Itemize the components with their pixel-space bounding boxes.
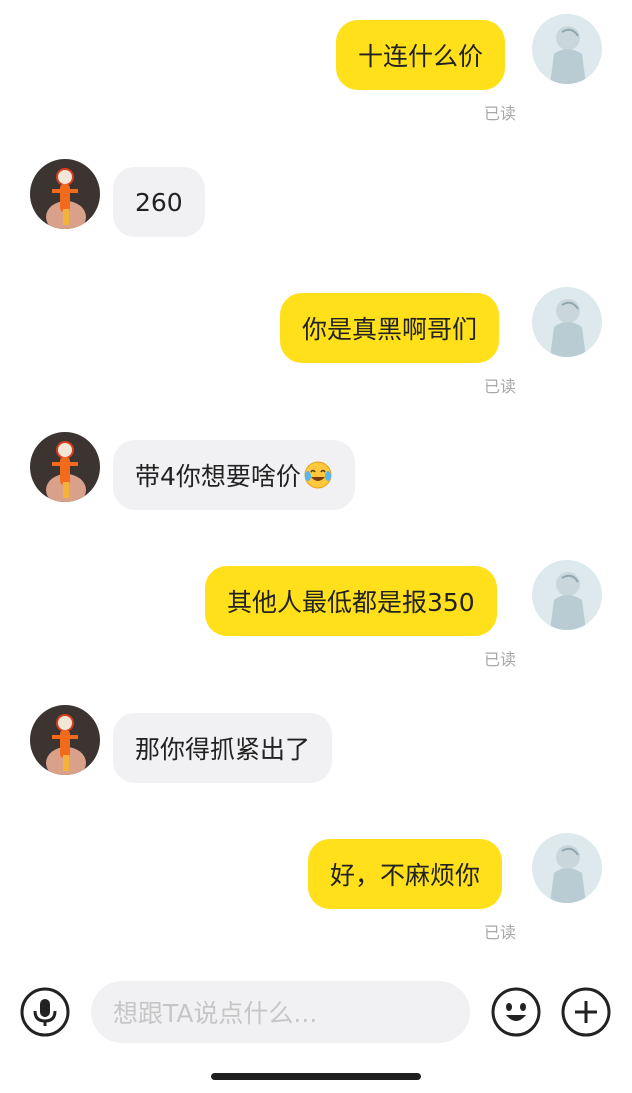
message-text: 那你得抓紧出了 — [135, 735, 311, 764]
message-bubble-other[interactable]: 带4你想要啥价 — [113, 440, 355, 510]
message-bubble-self[interactable]: 十连什么价 — [336, 20, 506, 90]
home-indicator[interactable] — [211, 1073, 421, 1080]
read-status: 已读 — [484, 923, 517, 942]
self-avatar[interactable] — [532, 560, 602, 630]
message-input-placeholder: 想跟TA说点什么... — [113, 999, 318, 1028]
other-avatar[interactable] — [30, 432, 100, 502]
self-avatar[interactable] — [532, 14, 602, 84]
message-bubble-other[interactable]: 那你得抓紧出了 — [113, 713, 333, 783]
message-text: 好，不麻烦你 — [330, 861, 481, 890]
other-avatar[interactable] — [30, 159, 100, 229]
message-bubble-self[interactable]: 你是真黑啊哥们 — [280, 293, 500, 363]
read-status: 已读 — [484, 377, 517, 396]
other-avatar[interactable] — [30, 705, 100, 775]
message-input[interactable]: 想跟TA说点什么... — [91, 981, 470, 1043]
message-text: 你是真黑啊哥们 — [302, 315, 478, 344]
message-text: 十连什么价 — [358, 42, 484, 71]
message-bubble-other[interactable]: 260 — [113, 167, 205, 237]
message-input-bar: 想跟TA说点什么... — [0, 975, 632, 1050]
read-status: 已读 — [484, 104, 517, 123]
message-bubble-self[interactable]: 好，不麻烦你 — [308, 839, 503, 909]
message-text: 其他人最低都是报350 — [227, 588, 475, 617]
message-text: 带4你想要啥价 — [135, 462, 301, 491]
microphone-icon[interactable] — [20, 987, 70, 1037]
message-bubble-self[interactable]: 其他人最低都是报350 — [205, 566, 497, 636]
plus-icon[interactable] — [561, 987, 611, 1037]
smiley-icon[interactable] — [491, 987, 541, 1037]
read-status: 已读 — [484, 650, 517, 669]
crying-laughing-emoji-icon — [303, 460, 333, 490]
message-text: 260 — [135, 187, 183, 217]
self-avatar[interactable] — [532, 833, 602, 903]
self-avatar[interactable] — [532, 287, 602, 357]
